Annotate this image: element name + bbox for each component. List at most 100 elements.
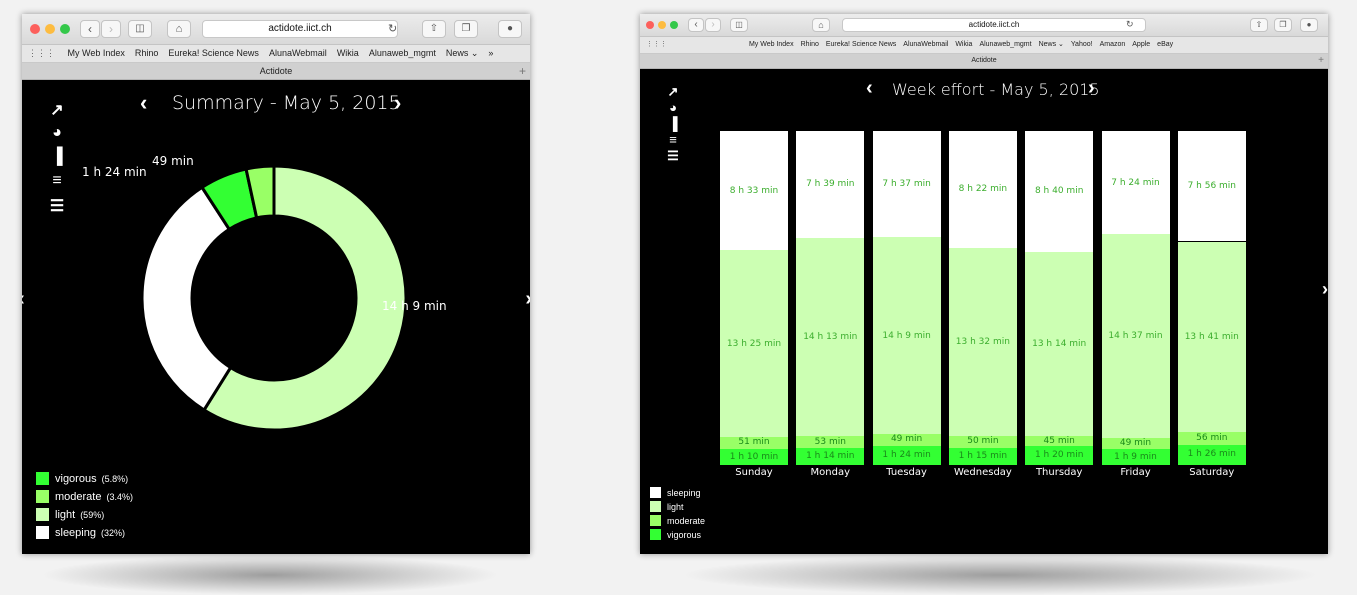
legend-item-light[interactable]: light (59%) xyxy=(36,508,104,521)
zoom-button[interactable] xyxy=(60,24,70,34)
bar-segment-sleeping: 7 h 24 min xyxy=(1101,131,1170,235)
bar-segment-moderate: 45 min xyxy=(1025,436,1094,447)
next-date-button[interactable]: › xyxy=(1088,77,1095,100)
favorite-link[interactable]: Eureka! Science News xyxy=(168,48,259,58)
bar-segment-sleeping: 7 h 39 min xyxy=(796,131,865,238)
next-page-arrow[interactable]: › xyxy=(1322,279,1328,300)
bar-sunday[interactable]: 1 h 10 min 51 min 13 h 25 min 8 h 33 min xyxy=(720,131,788,465)
forward-button[interactable]: › xyxy=(101,20,121,38)
bar-monday[interactable]: 1 h 14 min 53 min 14 h 13 min 7 h 39 min xyxy=(796,131,865,465)
close-button[interactable] xyxy=(646,21,654,29)
list-icon[interactable]: ≡ xyxy=(664,132,682,147)
favorite-link[interactable]: Alunaweb_mgmt xyxy=(369,48,436,58)
apps-grid-icon[interactable]: ⋮⋮⋮ xyxy=(646,41,667,48)
legend-swatch xyxy=(36,472,49,485)
bar-saturday[interactable]: 1 h 26 min 56 min 13 h 41 min 7 h 56 min xyxy=(1177,131,1246,465)
tab-title[interactable]: Actidote xyxy=(971,57,996,64)
favorite-link[interactable]: News ⌄ xyxy=(446,48,479,58)
favorite-link[interactable]: Apple xyxy=(1132,41,1150,48)
legend-label: sleeping xyxy=(667,487,701,498)
favorite-link[interactable]: Alunaweb_mgmt xyxy=(979,41,1031,48)
legend-item-sleeping[interactable]: sleeping (32%) xyxy=(36,526,125,539)
favorite-link[interactable]: News ⌄ xyxy=(1039,41,1064,48)
back-button[interactable]: ‹ xyxy=(688,18,704,32)
legend-item-moderate[interactable]: moderate (3.4%) xyxy=(36,490,133,503)
segment-value-label: 50 min xyxy=(967,436,999,446)
left-toolbar: ‹ › ◫ ⌂ actidote.iict.ch ↻ ⇧ ❐ ● xyxy=(22,14,530,45)
zoom-button[interactable] xyxy=(670,21,678,29)
favorite-link[interactable]: AlunaWebmail xyxy=(269,48,327,58)
favorite-link[interactable]: » xyxy=(488,48,493,58)
segment-value-label: 45 min xyxy=(1043,436,1075,446)
pie-chart-icon[interactable]: ◕ xyxy=(664,100,682,115)
legend-item-light[interactable]: light xyxy=(650,501,684,512)
favorite-link[interactable]: Rhino xyxy=(801,41,819,48)
url-text: actidote.iict.ch xyxy=(268,23,332,34)
home-icon[interactable]: ⌂ xyxy=(812,18,830,32)
next-date-button[interactable]: › xyxy=(394,90,401,116)
reload-icon[interactable]: ↻ xyxy=(388,22,397,35)
legend-item-vigorous[interactable]: vigorous xyxy=(650,529,701,540)
share-icon[interactable]: ⇧ xyxy=(1250,18,1268,32)
segment-value-label: 7 h 24 min xyxy=(1111,177,1160,188)
bar-friday[interactable]: 1 h 9 min 49 min 14 h 37 min 7 h 24 min xyxy=(1101,131,1170,465)
day-label: Tuesday xyxy=(886,467,927,478)
legend-swatch xyxy=(36,508,49,521)
close-button[interactable] xyxy=(30,24,40,34)
donut-slice-sleeping[interactable] xyxy=(140,185,233,413)
bar-segment-light: 13 h 25 min xyxy=(720,250,788,437)
url-field[interactable]: actidote.iict.ch xyxy=(202,20,398,38)
detail-list-icon[interactable]: ☰ xyxy=(664,148,682,164)
legend-item-sleeping[interactable]: sleeping xyxy=(650,487,701,498)
bar-thursday[interactable]: 1 h 20 min 45 min 13 h 14 min 8 h 40 min xyxy=(1025,131,1094,465)
favorite-link[interactable]: Amazon xyxy=(1100,41,1126,48)
favorite-link[interactable]: My Web Index xyxy=(749,41,794,48)
apps-grid-icon[interactable]: ⋮⋮⋮ xyxy=(28,48,55,58)
favorite-link[interactable]: Wikia xyxy=(955,41,972,48)
url-field[interactable]: actidote.iict.ch xyxy=(842,18,1146,32)
segment-value-label: 14 h 37 min xyxy=(1108,330,1163,341)
favorite-link[interactable]: Wikia xyxy=(337,48,359,58)
tabs-icon[interactable]: ❐ xyxy=(1274,18,1292,32)
new-tab-button[interactable]: + xyxy=(519,63,526,79)
bar-segment-light: 13 h 41 min xyxy=(1177,241,1246,433)
downloads-icon[interactable]: ● xyxy=(498,20,522,38)
bar-segment-sleeping: 8 h 33 min xyxy=(720,131,788,251)
downloads-icon[interactable]: ● xyxy=(1300,18,1318,32)
day-label: Monday xyxy=(810,467,851,478)
prev-date-button[interactable]: ‹ xyxy=(866,77,873,100)
favorite-link[interactable]: eBay xyxy=(1157,41,1173,48)
minimize-button[interactable] xyxy=(45,24,55,34)
favorite-link[interactable]: AlunaWebmail xyxy=(903,41,948,48)
home-icon[interactable]: ⌂ xyxy=(167,20,191,38)
favorite-link[interactable]: Eureka! Science News xyxy=(826,41,896,48)
bar-wednesday[interactable]: 1 h 15 min 50 min 13 h 32 min 8 h 22 min xyxy=(948,131,1017,465)
new-tab-button[interactable]: + xyxy=(1318,54,1324,68)
legend-item-moderate[interactable]: moderate xyxy=(650,515,705,526)
favorite-link[interactable]: Rhino xyxy=(135,48,159,58)
minimize-button[interactable] xyxy=(658,21,666,29)
slice-value-label: 49 min xyxy=(152,154,194,168)
bar-chart-icon[interactable]: ▐ xyxy=(664,116,682,131)
line-chart-icon[interactable]: ↗ xyxy=(664,84,682,100)
tab-title[interactable]: Actidote xyxy=(260,66,293,76)
bar-segment-vigorous: 1 h 24 min xyxy=(872,445,941,465)
bar-segment-light: 13 h 14 min xyxy=(1025,251,1094,436)
forward-button[interactable]: › xyxy=(705,18,721,32)
favorite-link[interactable]: My Web Index xyxy=(68,48,125,58)
legend-label: light xyxy=(667,501,684,512)
back-button[interactable]: ‹ xyxy=(80,20,100,38)
reload-icon[interactable]: ↻ xyxy=(1126,19,1134,30)
line-chart-icon[interactable]: ↗ xyxy=(48,100,66,120)
bar-segment-vigorous: 1 h 15 min xyxy=(948,447,1017,465)
prev-date-button[interactable]: ‹ xyxy=(140,90,147,116)
tabs-icon[interactable]: ❐ xyxy=(454,20,478,38)
bar-tuesday[interactable]: 1 h 24 min 49 min 14 h 9 min 7 h 37 min xyxy=(872,131,941,465)
favorites-bar: ⋮⋮⋮ My Web Index Rhino Eureka! Science New… xyxy=(22,45,530,63)
legend-item-vigorous[interactable]: vigorous (5.8%) xyxy=(36,472,128,485)
legend-swatch xyxy=(36,490,49,503)
sidebar-icon[interactable]: ◫ xyxy=(128,20,152,38)
share-icon[interactable]: ⇧ xyxy=(422,20,446,38)
sidebar-icon[interactable]: ◫ xyxy=(730,18,748,32)
favorite-link[interactable]: Yahoo! xyxy=(1071,41,1093,48)
